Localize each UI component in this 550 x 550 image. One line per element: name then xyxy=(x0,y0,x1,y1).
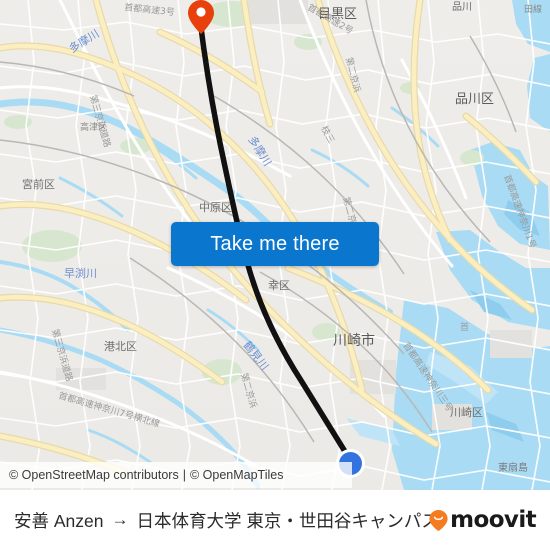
origin-map-pin-icon[interactable] xyxy=(188,0,214,34)
attribution-osm[interactable]: © OpenStreetMap contributors xyxy=(9,468,179,482)
route-destination-label: 日本体育大学 東京・世田谷キャンパス xyxy=(136,510,439,531)
route-origin-label: 安善 Anzen xyxy=(14,510,104,531)
moovit-logo[interactable]: moovit xyxy=(429,507,537,533)
take-me-there-button[interactable]: Take me there xyxy=(171,222,379,266)
map-attribution: © OpenStreetMap contributors | © OpenMap… xyxy=(0,462,352,488)
arrow-right-icon: → xyxy=(111,510,129,529)
moovit-wordmark: moovit xyxy=(450,507,536,533)
moovit-map-page: 目黒区 品川区 品川 田線 宮前区 中原区 幸区 港北区 川崎市 川崎区 東扇島 多摩川 多摩川 早渕川鶴… xyxy=(0,0,550,550)
map-canvas[interactable]: 目黒区 品川区 品川 田線 宮前区 中原区 幸区 港北区 川崎市 川崎区 東扇島 多摩川 多摩川 早渕川鶴… xyxy=(0,0,550,490)
route-summary: 安善 Anzen → 日本体育大学 東京・世田谷キャンパス xyxy=(14,508,439,533)
footer-bar: 安善 Anzen → 日本体育大学 東京・世田谷キャンパス moovit xyxy=(0,490,550,550)
moovit-pin-icon xyxy=(429,509,448,531)
attribution-separator: | xyxy=(182,468,186,482)
attribution-tiles[interactable]: © OpenMapTiles xyxy=(190,468,284,482)
